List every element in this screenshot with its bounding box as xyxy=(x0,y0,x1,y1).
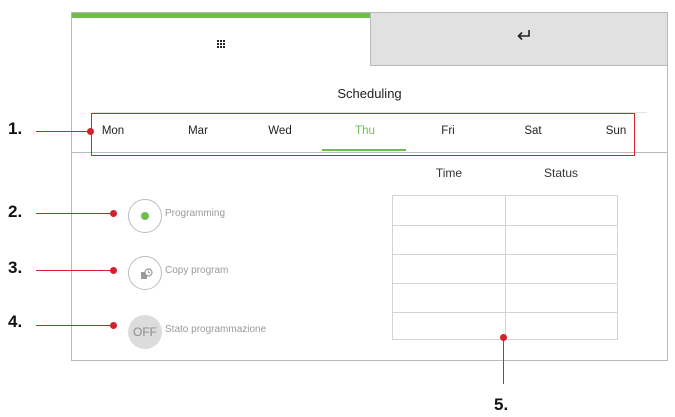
leader-line xyxy=(36,213,111,214)
grid-icon xyxy=(217,40,225,48)
programming-label: Programming xyxy=(165,208,226,219)
toggle-label: Stato programmazione xyxy=(165,324,267,335)
schedule-table xyxy=(392,195,618,340)
callout-4: 4. xyxy=(8,312,23,331)
tab-back[interactable] xyxy=(370,13,667,66)
callout-2: 2. xyxy=(8,202,23,221)
leader-line xyxy=(503,338,504,384)
scheduling-panel: Scheduling Mon Mar Wed Thu Fri Sat Sun T… xyxy=(71,12,668,361)
leader-line xyxy=(36,131,88,132)
leader-dot xyxy=(110,267,117,274)
return-arrow-icon xyxy=(517,30,530,41)
leader-dot xyxy=(87,128,94,135)
status-column-header: Status xyxy=(543,166,579,180)
time-column-header: Time xyxy=(435,166,463,180)
annotation-box xyxy=(91,113,635,156)
copy-program-label: Copy program xyxy=(165,265,229,276)
page-title: Scheduling xyxy=(337,86,402,101)
leader-line xyxy=(36,270,111,271)
leader-line xyxy=(36,325,111,326)
status-dot-icon xyxy=(141,212,149,220)
tab-schedule[interactable] xyxy=(72,13,370,66)
leader-dot xyxy=(110,322,117,329)
callout-5: 5. xyxy=(494,395,509,414)
programming-toggle[interactable]: OFF xyxy=(128,315,162,349)
leader-dot xyxy=(110,210,117,217)
callout-3: 3. xyxy=(8,258,23,277)
callout-1: 1. xyxy=(8,119,23,138)
copy-program-button[interactable] xyxy=(128,256,162,290)
copy-icon xyxy=(141,268,153,279)
programming-button[interactable] xyxy=(128,199,162,233)
